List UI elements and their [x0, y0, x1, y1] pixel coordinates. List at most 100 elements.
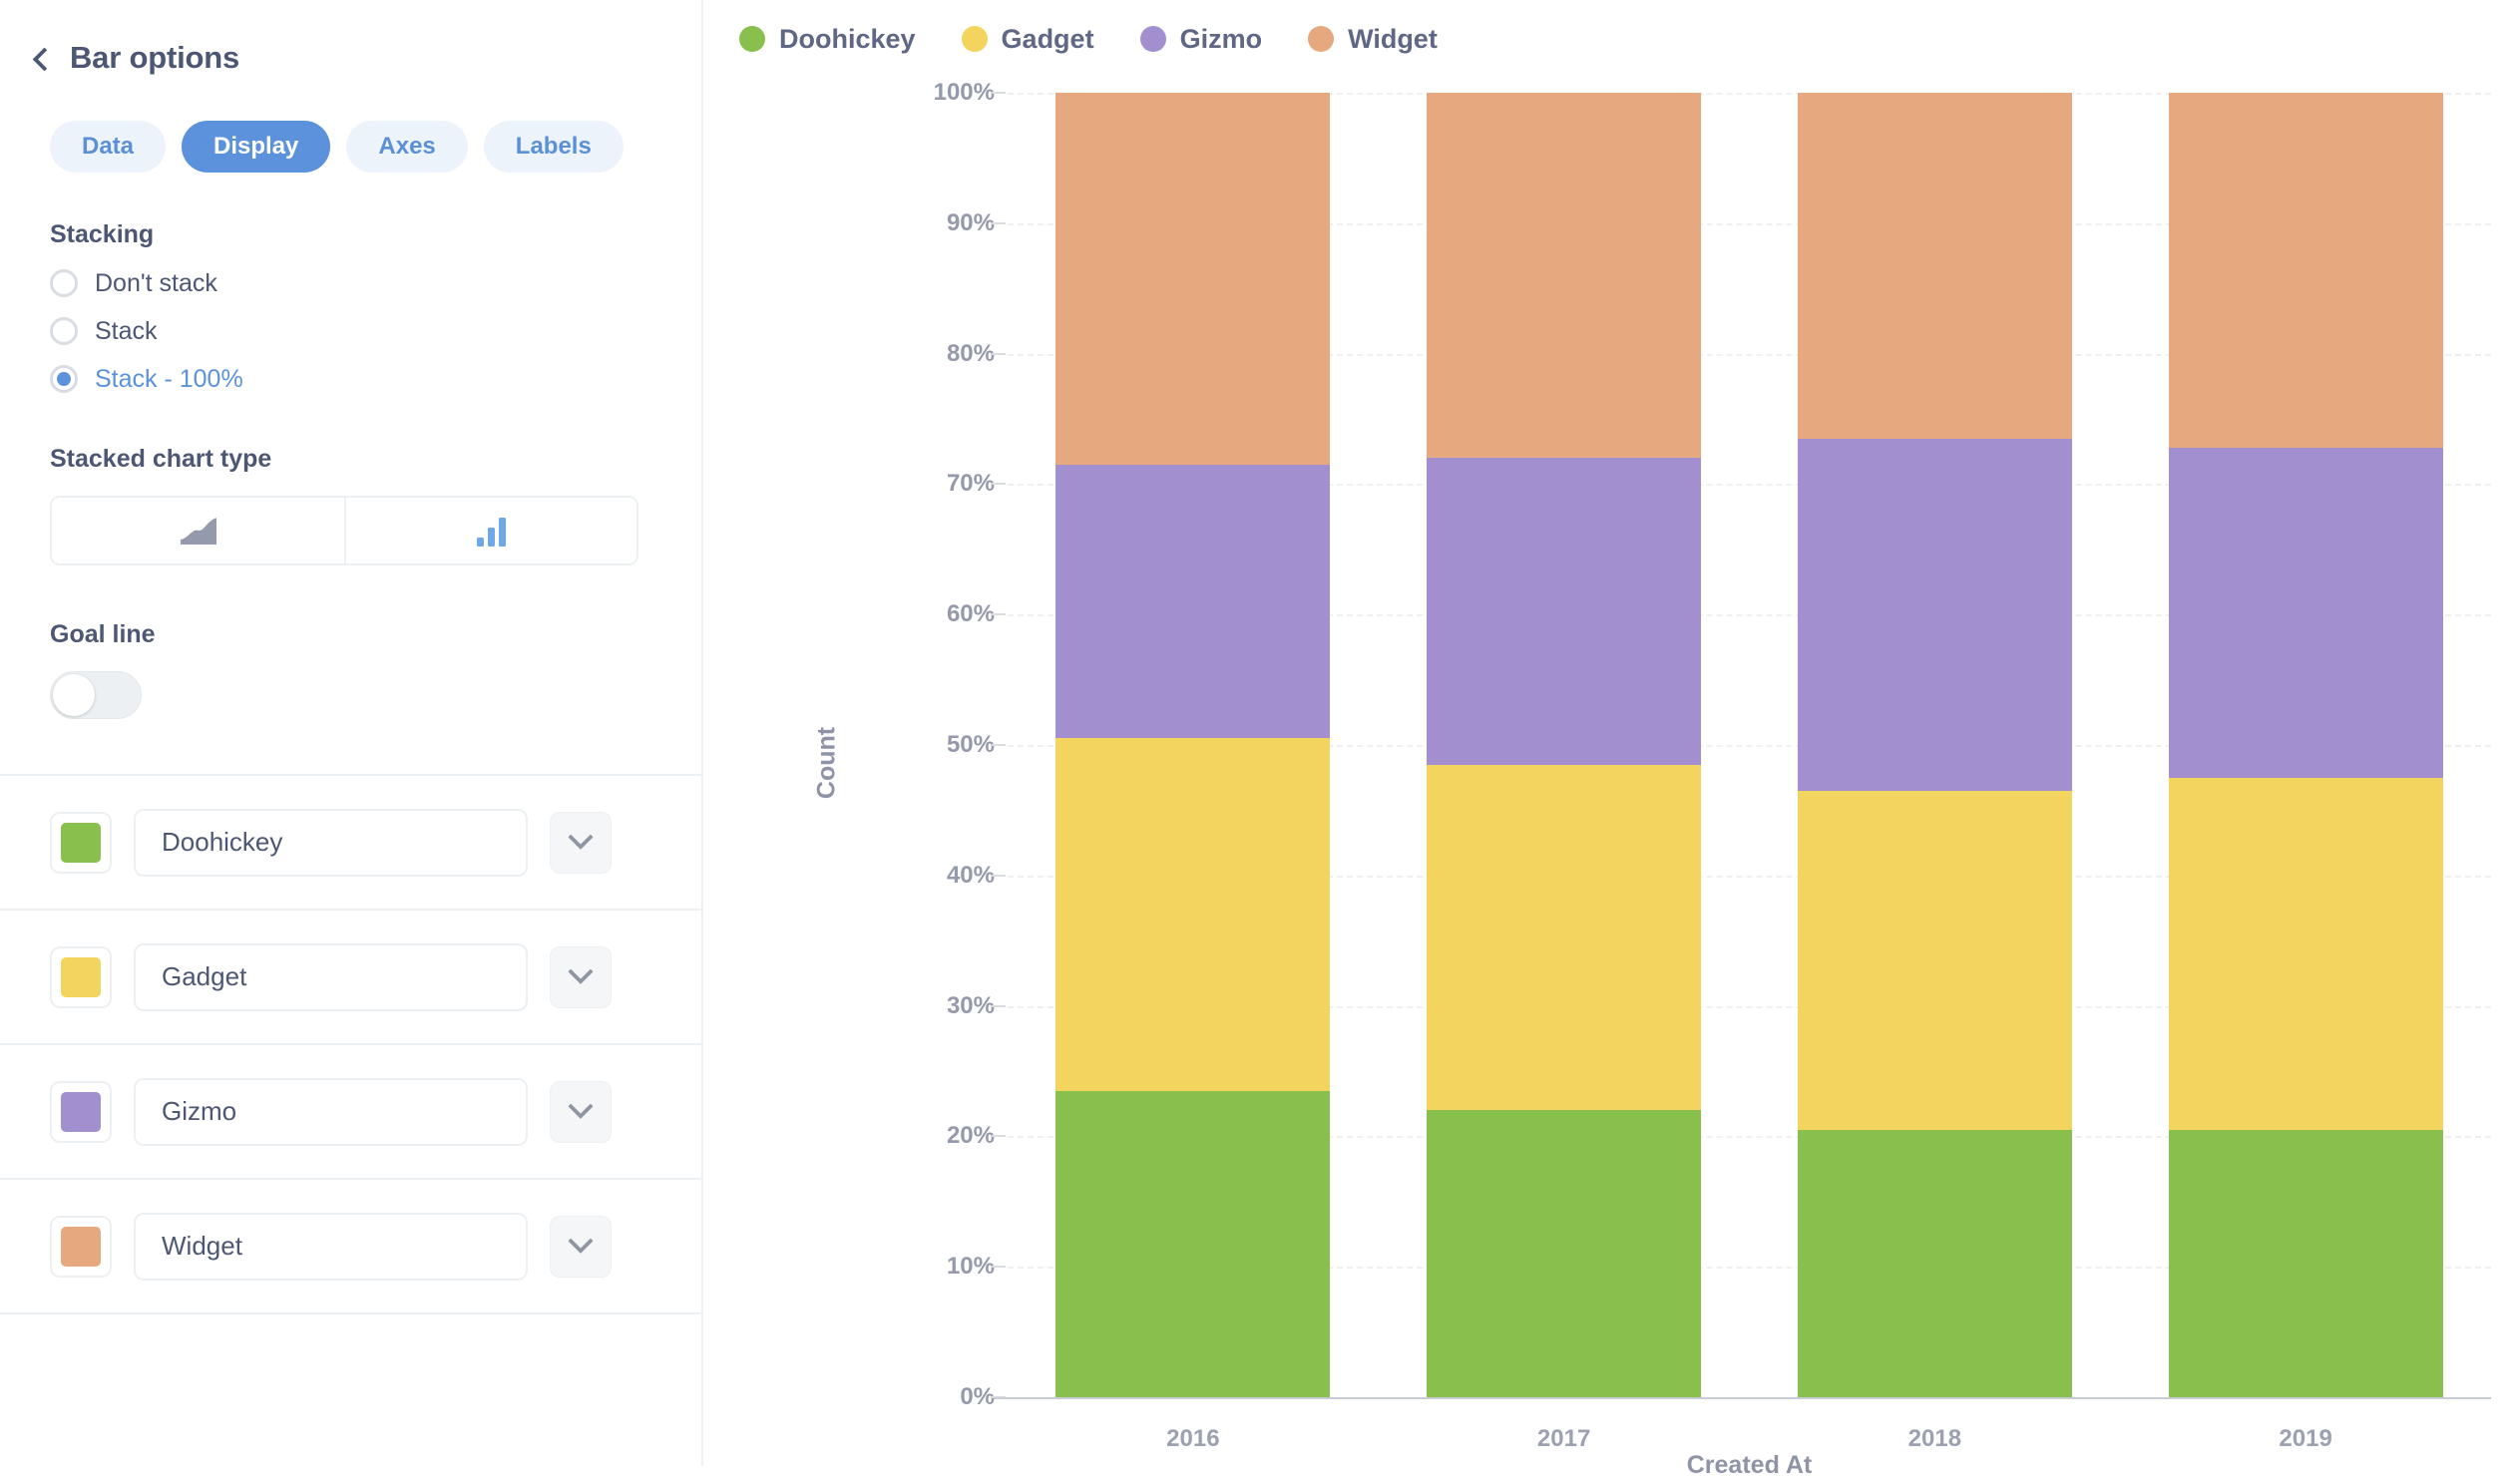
chevron-down-icon — [568, 825, 593, 850]
bar-segment-2018-gizmo[interactable] — [1798, 439, 2072, 791]
chevron-left-icon[interactable] — [30, 48, 52, 70]
bar-segment-2016-gizmo[interactable] — [1055, 465, 1330, 739]
tab-data[interactable]: Data — [50, 121, 166, 173]
bar-segment-2016-widget[interactable] — [1055, 93, 1330, 465]
stacked-chart-type-heading: Stacked chart type — [50, 445, 651, 474]
bar-group-2018 — [1798, 93, 2072, 1397]
list-item: Widget — [0, 1180, 701, 1314]
y-axis-tick-mark — [992, 875, 1006, 877]
bar-segment-2019-widget[interactable] — [2169, 93, 2443, 448]
bar-segment-2019-doohickey[interactable] — [2169, 1130, 2443, 1397]
y-axis-tick-label: 20% — [835, 1122, 995, 1150]
radio-stack-100-indicator[interactable] — [50, 365, 78, 393]
series-options-button-gizmo[interactable] — [550, 1081, 612, 1143]
radio-stack-label: Stack — [95, 319, 158, 344]
series-color-button-doohickey[interactable] — [50, 812, 112, 874]
tab-labels[interactable]: Labels — [484, 121, 624, 173]
x-axis-tick-label: 2018 — [1908, 1425, 1961, 1453]
radio-stack[interactable]: Stack — [50, 317, 651, 345]
stacking-section: Stacking Don't stack Stack Stack - 100% — [0, 220, 701, 393]
y-axis-tick-label: 70% — [835, 470, 995, 498]
radio-stack-100[interactable]: Stack - 100% — [50, 365, 651, 393]
goal-line-toggle[interactable] — [50, 671, 142, 719]
y-axis-tick-label: 50% — [835, 731, 995, 759]
bar-segment-2016-doohickey[interactable] — [1055, 1091, 1330, 1397]
legend-item-label: Gizmo — [1180, 24, 1263, 55]
color-swatch — [61, 957, 101, 997]
y-axis-tick-mark — [992, 744, 1006, 746]
bar-segment-2017-gadget[interactable] — [1427, 765, 1701, 1111]
color-swatch — [61, 823, 101, 863]
legend-color-dot — [1140, 26, 1166, 52]
bar-segment-2019-gadget[interactable] — [2169, 778, 2443, 1130]
bar-chart-icon — [475, 514, 509, 548]
bar-options-sidebar: Bar options Data Display Axes Labels Sta… — [0, 0, 703, 1466]
chevron-down-icon — [568, 959, 593, 984]
tab-axes[interactable]: Axes — [346, 121, 467, 173]
bar-segment-2016-gadget[interactable] — [1055, 738, 1330, 1090]
series-name-input-gadget[interactable]: Gadget — [134, 943, 528, 1011]
bar-segment-2018-gadget[interactable] — [1798, 791, 2072, 1130]
series-color-button-gizmo[interactable] — [50, 1081, 112, 1143]
series-options-button-doohickey[interactable] — [550, 812, 612, 874]
y-axis-tick-label: 30% — [835, 992, 995, 1020]
legend-color-dot — [1308, 26, 1334, 52]
stacked-chart-type-bar-option[interactable] — [344, 498, 636, 563]
page-title: Bar options — [70, 40, 239, 76]
y-axis-tick-label: 60% — [835, 600, 995, 628]
series-options-button-widget[interactable] — [550, 1216, 612, 1278]
series-name-input-doohickey[interactable]: Doohickey — [134, 809, 528, 877]
goal-line-heading: Goal line — [50, 620, 651, 649]
sidebar-header: Bar options — [0, 0, 701, 76]
series-color-button-widget[interactable] — [50, 1216, 112, 1278]
y-axis-tick-mark — [992, 92, 1006, 94]
series-options-button-gadget[interactable] — [550, 946, 612, 1008]
y-axis-tick-mark — [992, 353, 1006, 355]
y-axis-tick-label: 90% — [835, 209, 995, 237]
x-axis-line — [994, 1397, 2491, 1399]
bar-segment-2019-gizmo[interactable] — [2169, 448, 2443, 778]
chart-preview-pane: DoohickeyGadgetGizmoWidget Count 0%10%20… — [703, 0, 2520, 1466]
bar-group-2017 — [1427, 93, 1701, 1397]
color-swatch — [61, 1092, 101, 1132]
series-name-input-widget[interactable]: Widget — [134, 1213, 528, 1281]
chevron-down-icon — [568, 1229, 593, 1254]
radio-dont-stack-label: Don't stack — [95, 271, 217, 296]
y-axis-tick-label: 80% — [835, 340, 995, 368]
legend-item-label: Widget — [1348, 24, 1438, 55]
legend-item-doohickey[interactable]: Doohickey — [739, 24, 916, 55]
color-swatch — [61, 1227, 101, 1267]
legend-item-widget[interactable]: Widget — [1308, 24, 1438, 55]
bar-segment-2017-widget[interactable] — [1427, 93, 1701, 458]
legend-color-dot — [962, 26, 988, 52]
y-axis-tick-mark — [992, 1266, 1006, 1268]
y-axis-tick-label: 0% — [835, 1383, 995, 1411]
goal-line-toggle-knob — [53, 674, 95, 716]
y-axis-tick-mark — [992, 1135, 1006, 1137]
area-chart-icon — [179, 515, 218, 547]
goal-line-section: Goal line — [0, 620, 701, 719]
plot-inner: 0%10%20%30%40%50%60%70%80%90%100% — [1008, 93, 2491, 1397]
y-axis-tick-label: 100% — [835, 79, 995, 107]
chart-plot-wrapper: Count 0%10%20%30%40%50%60%70%80%90%100% … — [703, 60, 2520, 1466]
bar-segment-2018-widget[interactable] — [1798, 93, 2072, 439]
x-axis-tick-label: 2019 — [2279, 1425, 2331, 1453]
y-axis-tick-label: 10% — [835, 1253, 995, 1281]
radio-dont-stack-indicator[interactable] — [50, 269, 78, 297]
legend-item-gadget[interactable]: Gadget — [962, 24, 1094, 55]
settings-tab-bar: Data Display Axes Labels — [0, 76, 701, 173]
radio-dont-stack[interactable]: Don't stack — [50, 269, 651, 297]
plot-area: 0%10%20%30%40%50%60%70%80%90%100% 201620… — [1008, 93, 2491, 1426]
list-item: Doohickey — [0, 776, 701, 911]
chevron-down-icon — [568, 1094, 593, 1119]
legend-color-dot — [739, 26, 765, 52]
bar-segment-2018-doohickey[interactable] — [1798, 1130, 2072, 1397]
series-color-button-gadget[interactable] — [50, 946, 112, 1008]
radio-stack-indicator[interactable] — [50, 317, 78, 345]
stacked-chart-type-area-option[interactable] — [52, 498, 344, 563]
bar-segment-2017-gizmo[interactable] — [1427, 458, 1701, 764]
tab-display[interactable]: Display — [182, 121, 330, 173]
series-name-input-gizmo[interactable]: Gizmo — [134, 1078, 528, 1146]
bar-segment-2017-doohickey[interactable] — [1427, 1110, 1701, 1397]
legend-item-gizmo[interactable]: Gizmo — [1140, 24, 1263, 55]
